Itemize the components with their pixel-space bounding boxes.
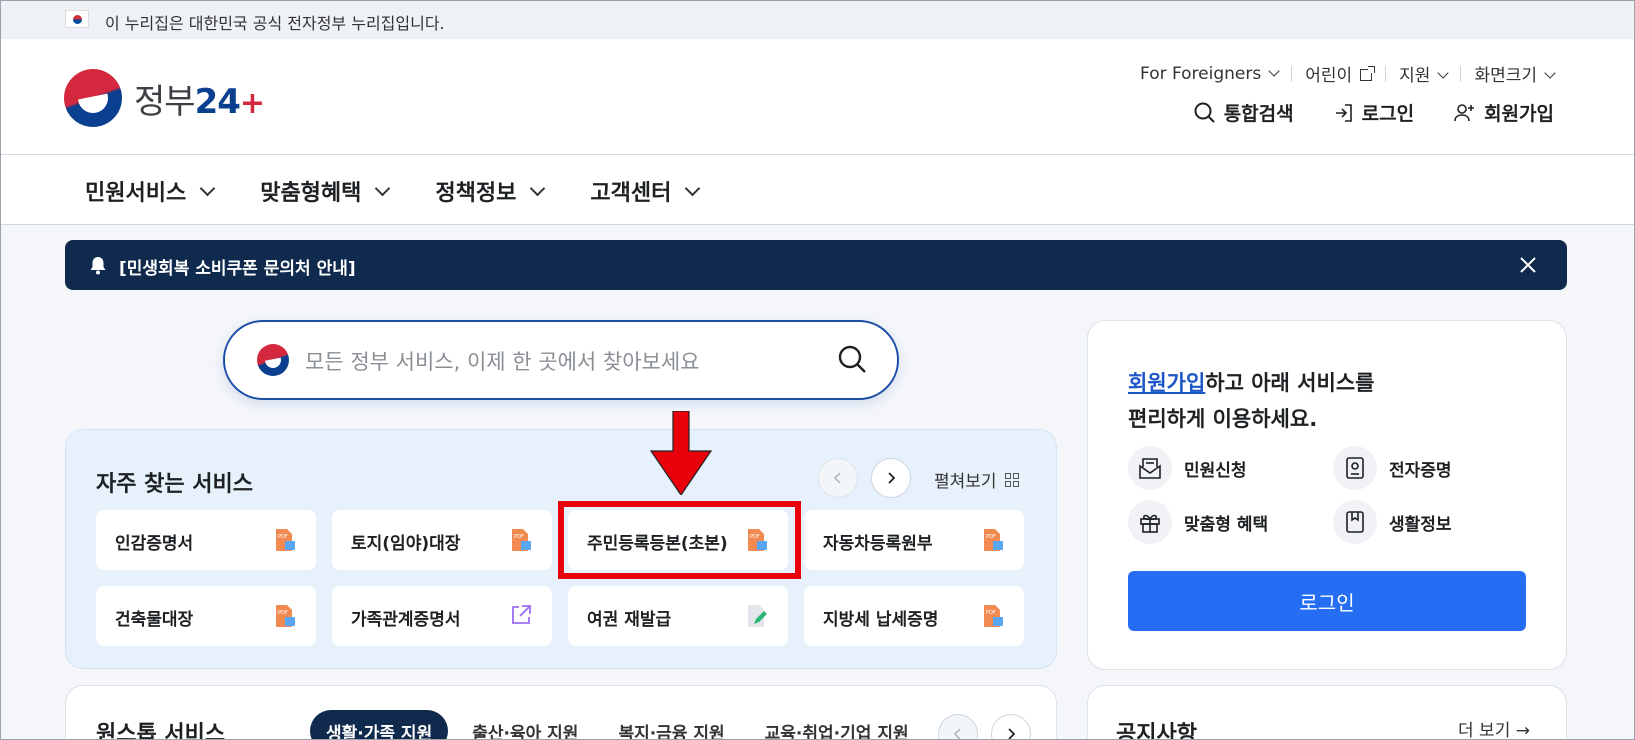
gift-icon (1140, 514, 1160, 533)
svg-text:PDF: PDF (750, 534, 760, 540)
integrated-search-button[interactable]: 통합검색 (1194, 99, 1294, 126)
onestop-services-panel: 원스톱 서비스 생활·가족 지원 출산·육아 지원 복지·금융 지원 교육·취업… (65, 685, 1057, 740)
annotation-arrow-icon (649, 411, 713, 495)
service-tile-building-register[interactable]: 건축물대장 PDF (96, 586, 316, 646)
chevron-down-icon (685, 180, 701, 196)
main-search-box[interactable]: 모든 정부 서비스, 이제 한 곳에서 찾아보세요 (223, 320, 899, 400)
pdf-doc-icon: PDF (984, 605, 1003, 627)
login-icon (1335, 103, 1352, 122)
notices-panel: 공지사항 더 보기 → (1087, 685, 1567, 740)
service-tiles: 인감증명서 PDF 토지(임야)대장 PDF 주민등록등본(초본) PDF 자동… (96, 510, 1026, 646)
svg-text:PDF: PDF (278, 610, 288, 616)
frequent-services-panel: 자주 찾는 서비스 펼쳐보기 인감증명서 PDF 토지(임야)대장 PDF 주민 (65, 429, 1057, 669)
login-services: 민원신청 전자증명 맞춤형 혜택 생활정보 (1128, 446, 1548, 544)
tab-birth-childcare[interactable]: 출산·육아 지원 (456, 710, 594, 740)
chevron-left-icon (833, 472, 841, 484)
notice-bar[interactable]: [민생회복 소비쿠폰 문의처 안내] (65, 240, 1567, 290)
chevron-right-icon (1008, 728, 1016, 739)
government-emblem-icon (257, 344, 289, 376)
login-button[interactable]: 로그인 (1128, 571, 1526, 631)
chevron-down-icon (1544, 67, 1556, 79)
chevron-down-icon (1268, 64, 1280, 77)
service-civil-application[interactable]: 민원신청 (1128, 446, 1333, 490)
notices-more-link[interactable]: 더 보기 → (1458, 716, 1530, 739)
external-link-icon (512, 605, 531, 624)
pdf-doc-icon: PDF (984, 529, 1003, 551)
pdf-doc-icon: PDF (276, 605, 295, 627)
tab-education-employment[interactable]: 교육·취업·기업 지원 (749, 710, 925, 740)
logo-wordmark: 정부24+ (134, 81, 265, 122)
site-logo[interactable]: 정부24+ (64, 69, 265, 127)
service-tile-passport-reissue[interactable]: 여권 재발급 (568, 586, 788, 646)
service-tile-family-relations[interactable]: 가족관계증명서 (332, 586, 552, 646)
korea-flag-icon (65, 10, 89, 28)
gnb-policy-info[interactable]: 정책정보 (435, 175, 546, 207)
next-button[interactable] (871, 458, 911, 498)
user-add-icon (1454, 103, 1475, 121)
edit-doc-icon (748, 605, 767, 627)
search-icon[interactable] (837, 344, 867, 374)
pdf-doc-icon: PDF (276, 529, 295, 551)
chevron-down-icon (375, 180, 391, 196)
grid-icon (1004, 472, 1019, 487)
service-tile-vehicle-register[interactable]: 자동차등록원부 PDF (804, 510, 1024, 570)
search-placeholder: 모든 정부 서비스, 이제 한 곳에서 찾아보세요 (305, 350, 700, 374)
id-card-icon (1346, 457, 1364, 479)
chevron-down-icon (199, 180, 216, 196)
chevron-down-icon (1437, 67, 1450, 79)
chevron-left-icon (953, 728, 961, 739)
svg-text:PDF: PDF (986, 534, 996, 540)
login-card-message: 회원가입하고 아래 서비스를 편리하게 이용하세요. (1128, 371, 1375, 431)
login-card: 회원가입하고 아래 서비스를 편리하게 이용하세요. 민원신청 전자증명 맞춤형… (1087, 320, 1567, 670)
onestop-next-button[interactable] (991, 714, 1031, 739)
auth-menu: 통합검색 로그인 회원가입 (1154, 99, 1554, 126)
government-emblem-icon (64, 69, 122, 127)
onestop-title: 원스톱 서비스 (96, 722, 226, 740)
utility-menu: For Foreigners 어린이 지원 화면크기 (1140, 61, 1556, 86)
support-menu[interactable]: 지원 (1399, 61, 1450, 86)
onestop-prev-button[interactable] (938, 714, 978, 739)
font-size-menu[interactable]: 화면크기 (1474, 61, 1556, 86)
gnb-custom-benefits[interactable]: 맞춤형혜택 (260, 175, 391, 207)
signup-inline-link[interactable]: 회원가입 (1128, 371, 1205, 395)
service-custom-benefits[interactable]: 맞춤형 혜택 (1128, 500, 1333, 544)
service-e-certificate[interactable]: 전자증명 (1333, 446, 1538, 490)
main-navigation: 민원서비스 맞춤형혜택 정책정보 고객센터 (1, 155, 1634, 225)
tab-welfare-finance[interactable]: 복지·금융 지원 (602, 710, 740, 740)
service-tile-land-register[interactable]: 토지(임야)대장 PDF (332, 510, 552, 570)
for-foreigners-menu[interactable]: For Foreigners (1140, 64, 1280, 84)
official-banner-text: 이 누리집은 대한민국 공식 전자정부 누리집입니다. (105, 14, 445, 33)
tab-life-family[interactable]: 생활·가족 지원 (310, 710, 449, 739)
pdf-doc-icon: PDF (748, 529, 767, 551)
bookmark-icon (1346, 511, 1364, 533)
header: 정부24+ For Foreigners 어린이 지원 화면크기 통합검색 로그… (1, 39, 1634, 155)
kids-link[interactable]: 어린이 (1305, 61, 1376, 86)
frequent-services-title: 자주 찾는 서비스 (96, 472, 253, 497)
chevron-down-icon (530, 180, 546, 196)
notices-title: 공지사항 (1116, 722, 1197, 740)
service-tile-local-tax-certificate[interactable]: 지방세 납세증명 PDF (804, 586, 1024, 646)
service-life-info[interactable]: 생활정보 (1333, 500, 1538, 544)
search-icon (1194, 102, 1215, 123)
expand-view-button[interactable]: 펼쳐보기 (934, 467, 1019, 492)
notice-bar-text: [민생회복 소비쿠폰 문의처 안내] (119, 259, 356, 279)
close-icon[interactable] (1515, 252, 1541, 278)
signup-link[interactable]: 회원가입 (1454, 99, 1554, 126)
svg-text:PDF: PDF (278, 534, 288, 540)
page-frame: 이 누리집은 대한민국 공식 전자정부 누리집입니다. 정부24+ For Fo… (0, 0, 1635, 740)
login-link[interactable]: 로그인 (1334, 99, 1414, 126)
mail-document-icon (1139, 458, 1161, 479)
svg-text:PDF: PDF (514, 534, 524, 540)
chevron-right-icon (888, 472, 896, 484)
service-tile-seal-certificate[interactable]: 인감증명서 PDF (96, 510, 316, 570)
gnb-civil-services[interactable]: 민원서비스 (85, 175, 216, 207)
pdf-doc-icon: PDF (512, 529, 531, 551)
external-link-icon (1360, 66, 1376, 81)
prev-button[interactable] (818, 458, 858, 498)
bell-icon (90, 257, 106, 275)
official-banner: 이 누리집은 대한민국 공식 전자정부 누리집입니다. (1, 1, 1634, 39)
service-tile-resident-registration[interactable]: 주민등록등본(초본) PDF (568, 510, 788, 570)
svg-text:PDF: PDF (986, 610, 996, 616)
gnb-customer-center[interactable]: 고객센터 (590, 175, 701, 207)
